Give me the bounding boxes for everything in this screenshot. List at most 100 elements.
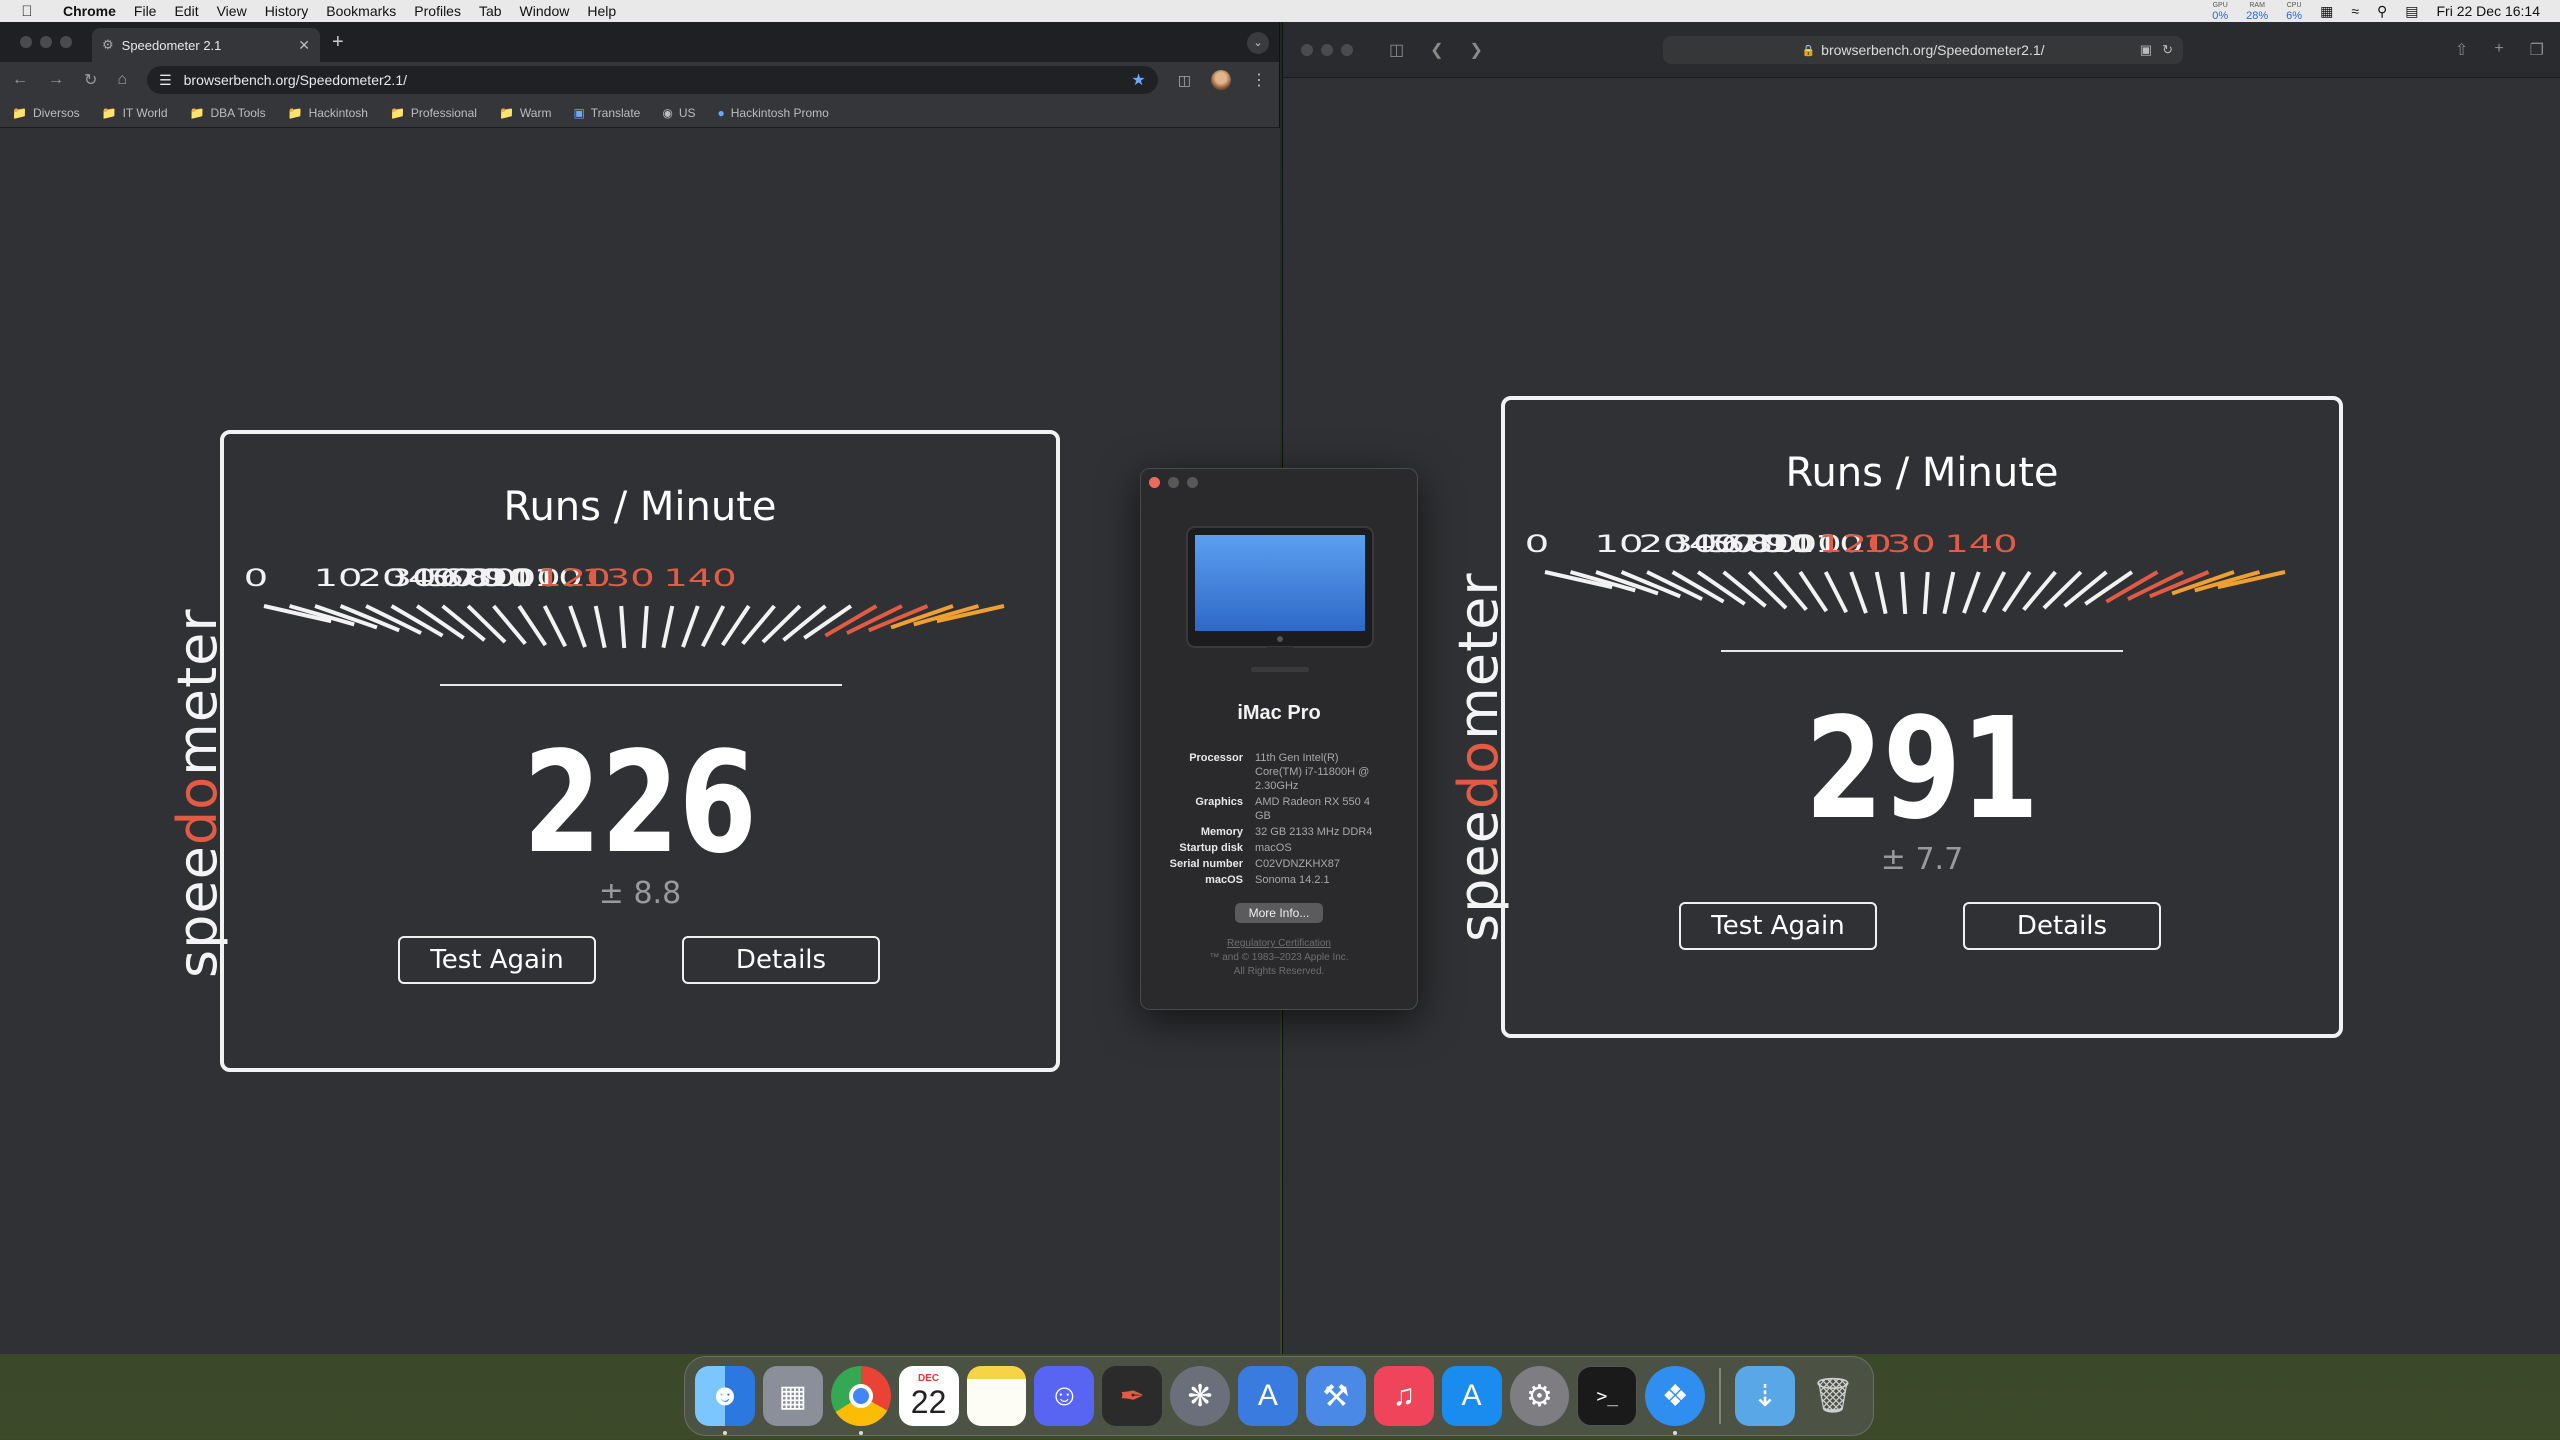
film-reel-icon[interactable]: ❋ xyxy=(1170,1366,1230,1426)
gauge-tick-label: 130 xyxy=(581,564,654,592)
test-again-button[interactable]: Test Again xyxy=(1679,902,1877,950)
tab-speedometer[interactable]: ⚙ Speedometer 2.1 ✕ xyxy=(92,28,320,62)
bookmark-dba-tools[interactable]: 📁 DBA Tools xyxy=(190,106,266,120)
gauge-tick-mark xyxy=(441,604,486,642)
menu-tab[interactable]: Tab xyxy=(470,0,511,22)
reload-icon[interactable]: ↻ xyxy=(2162,42,2173,58)
close-window-button[interactable] xyxy=(20,36,32,48)
gauge-tick-label: 10 xyxy=(1595,530,1644,558)
control-center-icon[interactable]: ▤ xyxy=(2405,3,2418,20)
details-button[interactable]: Details xyxy=(682,936,880,984)
gauge-tick-mark xyxy=(1981,571,2007,614)
back-arrow-icon[interactable]: ← xyxy=(12,71,28,89)
bookmark-diversos[interactable]: 📁 Diversos xyxy=(12,106,80,120)
forward-arrow-icon[interactable]: → xyxy=(48,71,64,89)
reload-icon[interactable]: ↻ xyxy=(84,70,97,90)
calendar-icon[interactable]: DEC 22 xyxy=(898,1366,959,1426)
more-menu-icon[interactable]: ⋮ xyxy=(1251,70,1267,90)
trash-icon[interactable]: 🗑 xyxy=(1803,1366,1863,1426)
more-info-button[interactable]: More Info... xyxy=(1235,903,1323,923)
regulatory-certification-link[interactable]: Regulatory Certification xyxy=(1141,937,1417,951)
downloads-folder-icon[interactable]: ⇣ xyxy=(1735,1366,1796,1426)
folder-icon: 📁 xyxy=(389,105,405,120)
address-bar[interactable]: ☰ browserbench.org/Speedometer2.1/ ★ xyxy=(147,66,1158,94)
forward-arrow-icon[interactable]: ❯ xyxy=(1470,40,1483,60)
launchpad-icon[interactable]: ▦ xyxy=(762,1366,823,1426)
safari-icon[interactable]: ❖ xyxy=(1645,1366,1706,1435)
menu-window[interactable]: Window xyxy=(511,0,579,22)
side-panel-icon[interactable]: ◫ xyxy=(1178,72,1191,89)
terminal-icon[interactable]: >_ xyxy=(1577,1366,1638,1426)
close-tab-icon[interactable]: ✕ xyxy=(298,37,310,54)
music-icon[interactable]: ♫ xyxy=(1373,1366,1434,1426)
menu-file[interactable]: File xyxy=(125,0,166,22)
bookmark-star-icon[interactable]: ★ xyxy=(1131,70,1145,90)
bookmark-hackintosh[interactable]: 📁 Hackintosh xyxy=(288,106,368,120)
ram-stat[interactable]: RAM 28% xyxy=(2246,1,2268,22)
gauge-tick-mark xyxy=(568,605,587,648)
translate-icon[interactable]: ▣ xyxy=(2140,42,2152,58)
cpu-stat[interactable]: CPU 6% xyxy=(2286,1,2302,22)
bookmark-translate[interactable]: ▣ Translate xyxy=(573,106,640,120)
sidebar-toggle-icon[interactable]: ◫ xyxy=(1389,40,1404,60)
site-info-icon[interactable]: ☰ xyxy=(159,72,172,89)
bookmark-professional[interactable]: 📁 Professional xyxy=(390,106,477,120)
running-indicator xyxy=(1673,1431,1678,1435)
home-icon[interactable]: ⌂ xyxy=(117,71,127,89)
back-arrow-icon[interactable]: ❮ xyxy=(1430,40,1443,60)
new-tab-icon[interactable]: + xyxy=(332,31,344,54)
menu-view[interactable]: View xyxy=(208,0,256,22)
finder-icon[interactable]: ☻ xyxy=(695,1366,755,1435)
zoom-window-button[interactable] xyxy=(60,36,72,48)
minimize-window-button[interactable] xyxy=(40,36,52,48)
bookmark-warm[interactable]: 📁 Warm xyxy=(499,106,552,120)
menu-clock[interactable]: Fri 22 Dec 16:14 xyxy=(2437,3,2541,19)
lock-icon: 🔒 xyxy=(1801,44,1816,57)
app-store-icon[interactable]: A xyxy=(1441,1366,1502,1426)
profile-avatar[interactable] xyxy=(1211,70,1231,90)
menu-profiles[interactable]: Profiles xyxy=(405,0,470,22)
close-window-button[interactable] xyxy=(1149,477,1160,488)
new-tab-icon[interactable]: + xyxy=(2494,40,2503,60)
wifi-icon[interactable]: ≈ xyxy=(2351,3,2359,19)
details-button[interactable]: Details xyxy=(1963,902,2161,950)
menu-edit[interactable]: Edit xyxy=(165,0,207,22)
bookmark-us[interactable]: ◉ US xyxy=(662,106,695,120)
bookmark-hackintosh-promo[interactable]: ● Hackintosh Promo xyxy=(718,106,829,120)
gauge-divider xyxy=(1721,650,2123,652)
pen-icon[interactable]: ✒ xyxy=(1102,1366,1163,1426)
bookmark-it-world[interactable]: 📁 IT World xyxy=(102,106,168,120)
zoom-window-button[interactable] xyxy=(1187,477,1198,488)
gauge-tick-label: 0 xyxy=(1525,530,1549,558)
apple-menu-icon[interactable]:  xyxy=(0,3,54,20)
menu-app-name[interactable]: Chrome xyxy=(54,0,125,22)
hammer-icon[interactable]: ⚒ xyxy=(1305,1366,1366,1426)
gauge-tick-label: 130 xyxy=(1862,530,1935,558)
menu-history[interactable]: History xyxy=(256,0,318,22)
notes-icon[interactable] xyxy=(966,1366,1027,1426)
share-icon[interactable]: ⇧ xyxy=(2455,40,2468,60)
chrome-window-controls xyxy=(0,36,72,48)
minimize-window-button[interactable] xyxy=(1321,43,1333,56)
widgets-icon[interactable]: ▦ xyxy=(2320,3,2333,20)
menu-bookmarks[interactable]: Bookmarks xyxy=(317,0,405,22)
gear-icon[interactable]: ⚙ xyxy=(1509,1366,1570,1426)
compass-icon[interactable]: A xyxy=(1238,1366,1298,1426)
address-url: browserbench.org/Speedometer2.1/ xyxy=(183,72,407,88)
chrome-icon[interactable] xyxy=(830,1366,891,1435)
about-window-controls xyxy=(1149,477,1198,488)
tab-search-icon[interactable]: ⌄ xyxy=(1247,32,1269,54)
safari-address-bar[interactable]: 🔒 browserbench.org/Speedometer2.1/ ▣ ↻ xyxy=(1663,36,2183,64)
discord-icon[interactable]: ☺ xyxy=(1034,1366,1095,1426)
tab-overview-icon[interactable]: ❐ xyxy=(2530,40,2544,60)
gpu-stat[interactable]: GPU 0% xyxy=(2212,1,2228,22)
about-this-mac-window: iMac Pro Processor 11th Gen Intel(R) Core… xyxy=(1140,468,1418,1010)
test-again-button[interactable]: Test Again xyxy=(398,936,596,984)
menu-help[interactable]: Help xyxy=(578,0,625,22)
minimize-window-button[interactable] xyxy=(1168,477,1179,488)
close-window-button[interactable] xyxy=(1301,43,1313,56)
chrome-toolbar: ← → ↻ ⌂ ☰ browserbench.org/Speedometer2.… xyxy=(0,62,1279,98)
zoom-window-button[interactable] xyxy=(1341,43,1353,56)
spotlight-search-icon[interactable]: ⚲ xyxy=(2377,3,2387,20)
score-value: 226 xyxy=(523,722,757,885)
